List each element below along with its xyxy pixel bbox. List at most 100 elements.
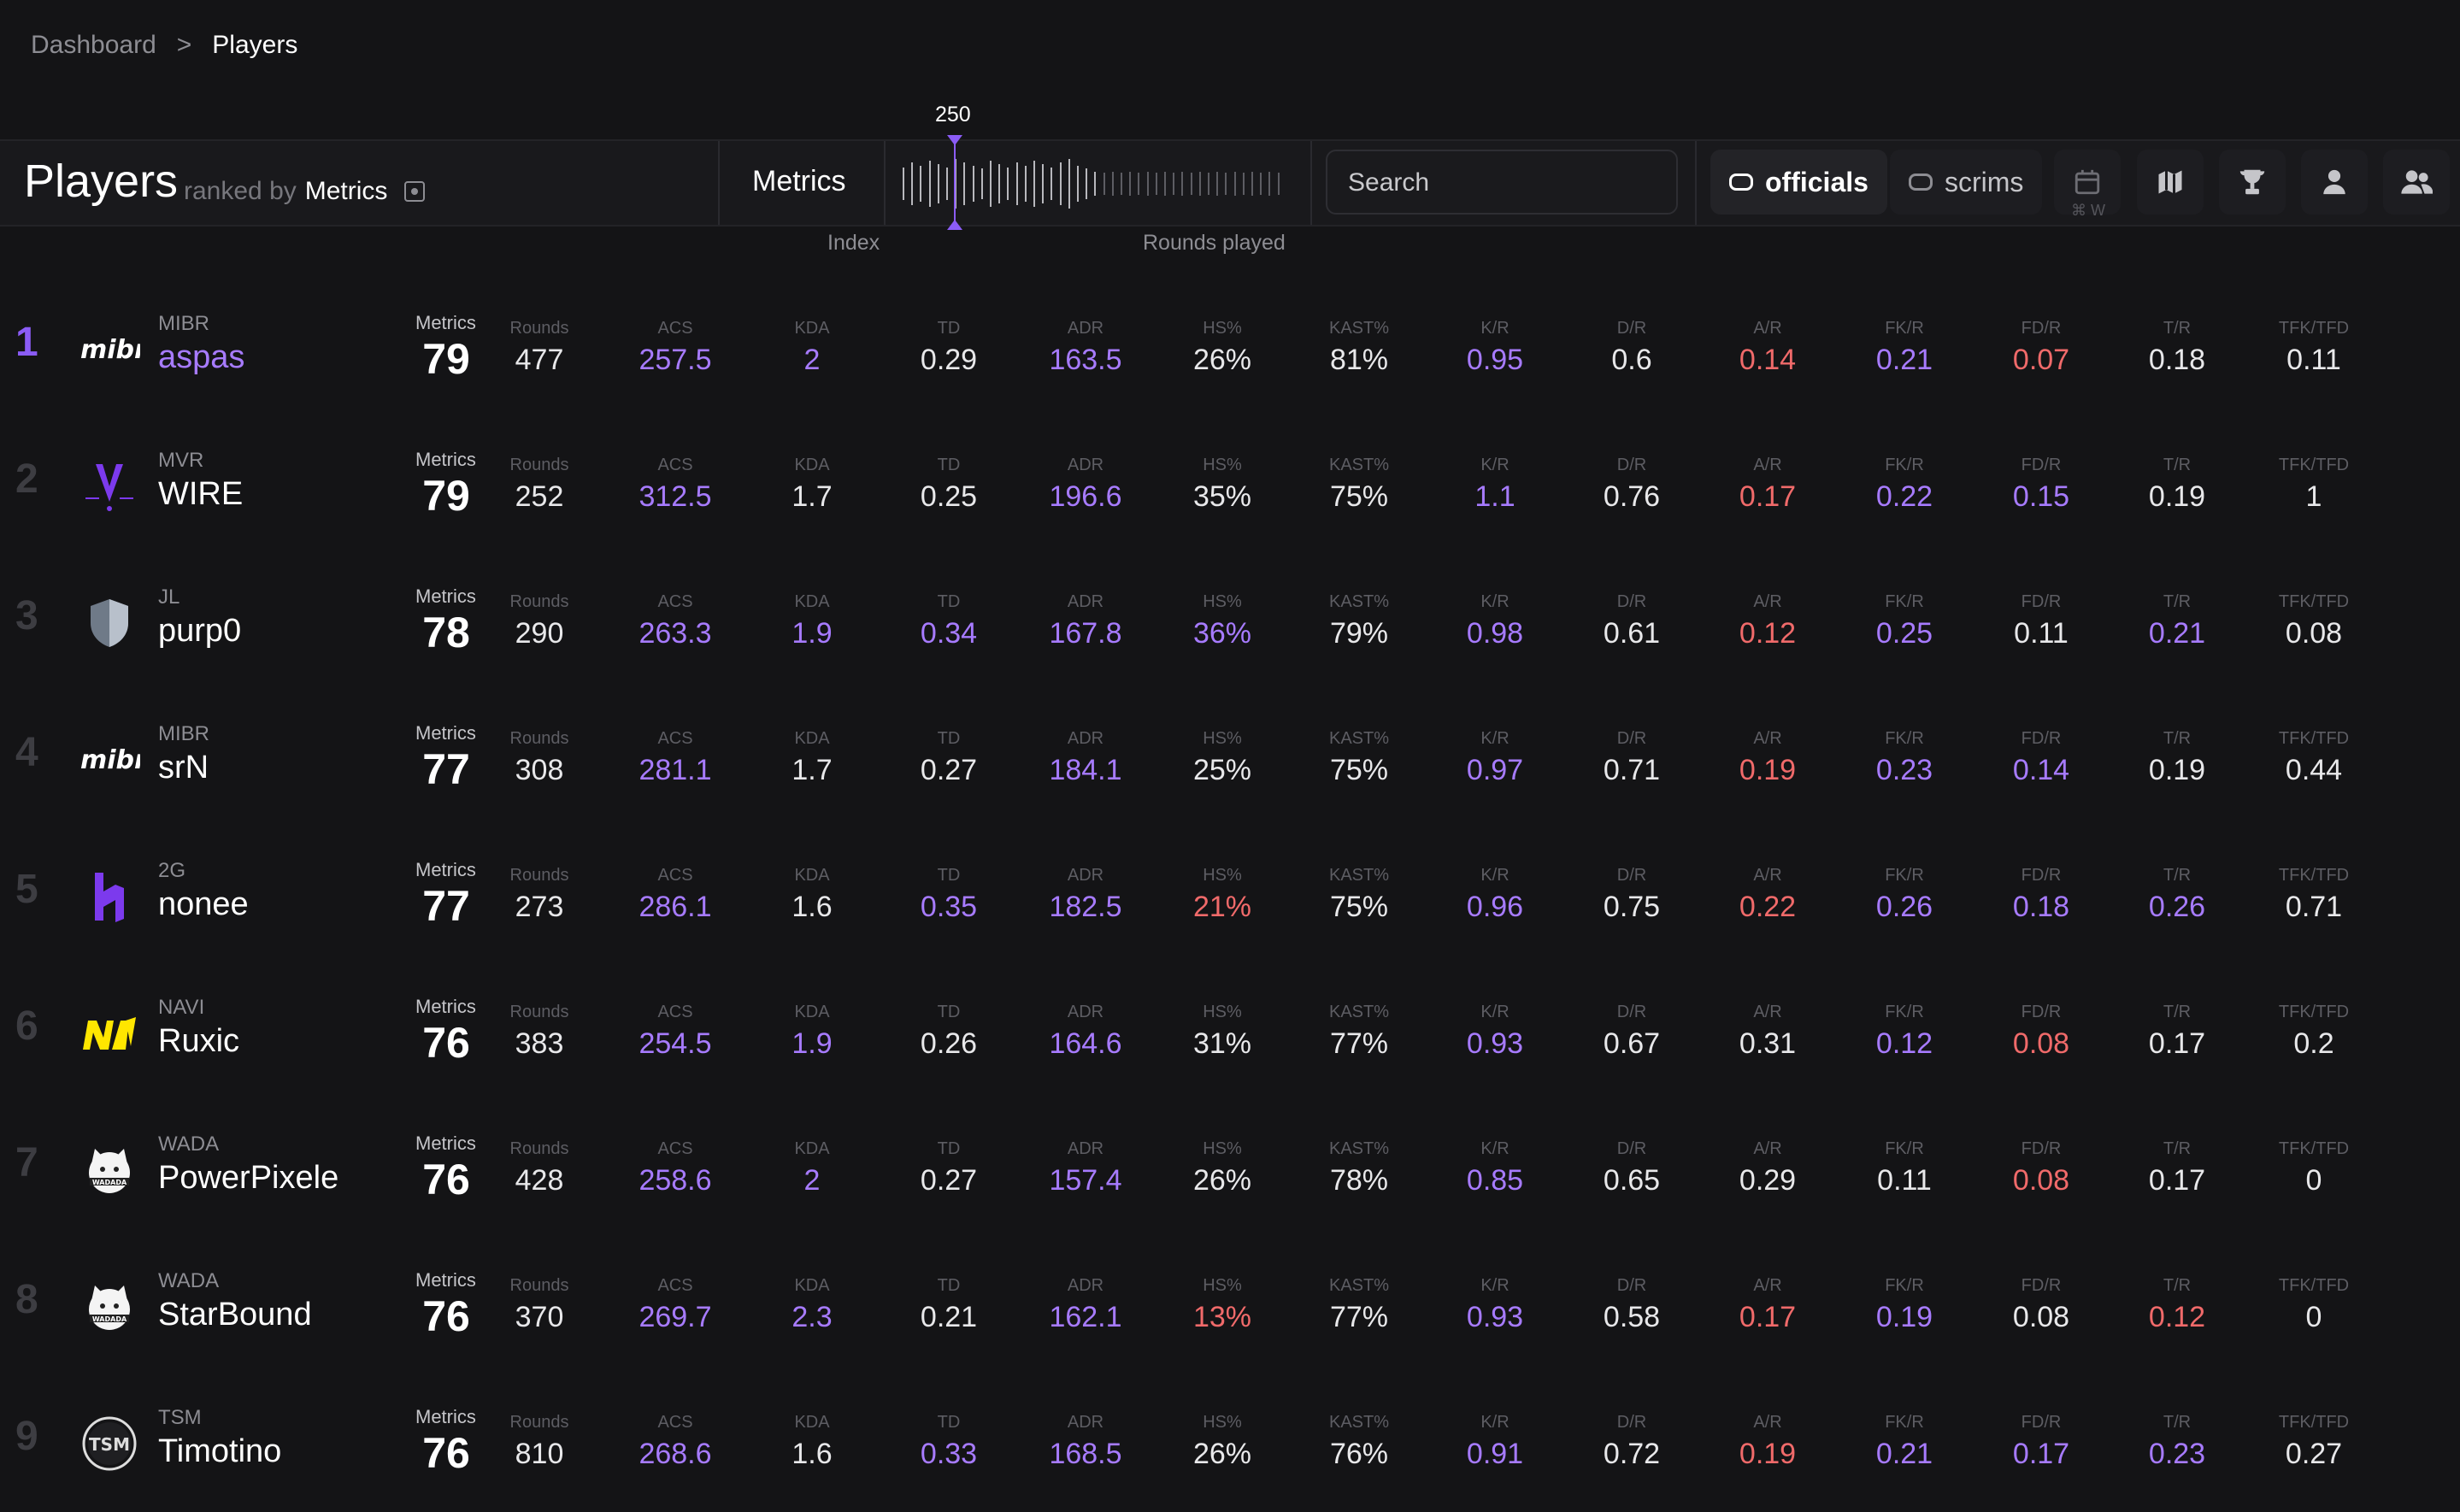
stat-label: Rounds [509, 319, 569, 338]
stat-value: 0.14 [2012, 754, 2070, 786]
stat-cell: TFK/TFD 0.71 [2258, 866, 2369, 924]
stat-value: 26% [1192, 1164, 1252, 1197]
stat-label: T/R [2163, 319, 2192, 338]
stat-cell: TD 0.21 [893, 1276, 1004, 1334]
stat-value: 0.18 [2148, 344, 2206, 376]
page-title: Players [24, 156, 179, 207]
player-rank: 2 [15, 456, 38, 502]
table-row[interactable]: 7 WADADA WADA PowerPixele Metrics 76 Rounds 428… [0, 1102, 2460, 1238]
player-name[interactable]: PowerPixele [158, 1160, 338, 1197]
stat-label: ACS [657, 866, 693, 885]
ranked-by-value[interactable]: Metrics [305, 177, 388, 206]
scrims-filter[interactable]: scrims [1890, 150, 2043, 215]
stat-label: KAST% [1328, 319, 1390, 338]
table-row[interactable]: 8 WADADA WADA StarBound Metrics 76 Rounds 370 AC… [0, 1238, 2460, 1375]
stat-cell: A/R 0.17 [1712, 456, 1823, 514]
table-row[interactable]: 9 TSM TSM Timotino Metrics 76 Rounds 810 ACS 268.… [0, 1375, 2460, 1512]
stat-label: ACS [657, 729, 693, 748]
slider-tick [1129, 172, 1132, 196]
breadcrumb-dashboard-link[interactable]: Dashboard [31, 31, 156, 60]
stat-label: FK/R [1885, 319, 1924, 338]
player-name[interactable]: Ruxic [158, 1023, 239, 1060]
table-row[interactable]: 5 2G nonee Metrics 77 Rounds 273 ACS 286.1 KDA 1.6… [0, 828, 2460, 965]
stat-value: 164.6 [1049, 1027, 1122, 1060]
stat-value: 0.97 [1466, 754, 1524, 786]
stat-label: KDA [794, 729, 830, 748]
officials-filter[interactable]: officials [1710, 150, 1887, 215]
stat-value: 0.08 [2012, 1164, 2070, 1197]
stat-cell: KDA 1.9 [756, 1003, 868, 1061]
stat-value: 0.22 [1739, 891, 1797, 923]
stat-label: A/R [1753, 1139, 1782, 1158]
map-button[interactable] [2137, 150, 2204, 215]
toggle-icon [1909, 174, 1933, 191]
svg-text:WADADA: WADADA [92, 1179, 127, 1186]
stat-label: KAST% [1328, 1413, 1390, 1432]
stat-value: 26% [1192, 1438, 1252, 1470]
stat-label: FD/R [2021, 1276, 2062, 1295]
stat-value: 0.93 [1466, 1027, 1524, 1060]
player-name[interactable]: aspas [158, 339, 244, 376]
stat-value: 0 [2305, 1301, 2322, 1333]
trophy-button[interactable] [2219, 150, 2286, 215]
slider-thumb[interactable] [954, 137, 956, 227]
player-name[interactable]: StarBound [158, 1297, 312, 1333]
stat-label: FD/R [2021, 1003, 2062, 1021]
slider-thumb-bottom[interactable] [947, 220, 962, 230]
player-name[interactable]: Timotino [158, 1433, 281, 1470]
stat-cell: TD 0.25 [893, 456, 1004, 514]
stat-value: 0.17 [1739, 1301, 1797, 1333]
stat-cell: ACS 257.5 [620, 319, 731, 377]
stat-label: KAST% [1328, 1003, 1390, 1021]
stat-label: KDA [794, 866, 830, 885]
stat-value: 78% [1329, 1164, 1389, 1197]
stat-cell: T/R 0.19 [2122, 456, 2233, 514]
stat-label: K/R [1480, 456, 1510, 474]
stat-cell: FD/R 0.15 [1986, 456, 2097, 514]
stat-label: A/R [1753, 729, 1782, 748]
breadcrumb-current: Players [212, 31, 298, 59]
stat-cell: FD/R 0.08 [1986, 1003, 2097, 1061]
rounds-played-slider[interactable] [903, 141, 1296, 225]
stat-value: 0.67 [1603, 1027, 1661, 1060]
stat-value: 0.19 [1875, 1301, 1933, 1333]
screenshot-icon[interactable] [404, 181, 426, 202]
stat-cell: D/R 0.71 [1576, 729, 1687, 787]
stat-cell: FK/R 0.12 [1849, 1003, 1960, 1061]
table-row[interactable]: 4 mibr MIBR srN Metrics77 Rounds 308 ACS 281.1 KD… [0, 691, 2460, 828]
stat-cell: T/R 0.17 [2122, 1139, 2233, 1197]
slider-tick [1277, 173, 1280, 195]
slider-tick [1033, 161, 1035, 207]
stat-label: TD [937, 866, 961, 885]
stat-value: 0.96 [1466, 891, 1524, 923]
player-name[interactable]: WIRE [158, 476, 243, 513]
player-name[interactable]: nonee [158, 886, 249, 923]
stat-value: 36% [1192, 617, 1252, 650]
table-row[interactable]: 6 NAVI Ruxic Metrics 76 Rounds 383 ACS 254.5 KDA 1… [0, 965, 2460, 1102]
metric-selector[interactable]: Metrics [752, 165, 846, 198]
player-name[interactable]: purp0 [158, 613, 241, 650]
table-row[interactable]: 3 JL purp0 Metrics 78 Rounds 290 ACS 263.3 KDA 1.9… [0, 555, 2460, 691]
stat-label: A/R [1753, 1413, 1782, 1432]
table-row[interactable]: 2 MVR WIRE Metrics 79 Rounds 252 ACS 312.5 KDA 1.7… [0, 418, 2460, 555]
stat-value: 0.19 [1739, 754, 1797, 786]
stat-label: TFK/TFD [2278, 1003, 2350, 1021]
stat-label: TD [937, 1413, 961, 1432]
stat-label: KAST% [1328, 592, 1390, 611]
stat-label: KAST% [1328, 1276, 1390, 1295]
stat-cell: FD/R 0.17 [1986, 1413, 2097, 1471]
team-logo-icon [75, 862, 144, 931]
player-button[interactable] [2301, 150, 2368, 215]
stat-value: 0.19 [2148, 754, 2206, 786]
stat-cell: TD 0.33 [893, 1413, 1004, 1471]
slider-tick [980, 168, 983, 199]
team-button[interactable] [2383, 150, 2450, 215]
stat-label: D/R [1616, 866, 1647, 885]
search-input[interactable]: Search [1326, 150, 1678, 215]
stat-label: KDA [794, 319, 830, 338]
player-name[interactable]: srN [158, 750, 209, 786]
stat-cell: TD 0.27 [893, 729, 1004, 787]
stat-cell: ACS 268.6 [620, 1413, 731, 1471]
table-row[interactable]: 1 mibr MIBR aspas Metrics79 Rounds 477 ACS 257.5… [0, 281, 2460, 418]
stat-value: 0.22 [1875, 480, 1933, 513]
